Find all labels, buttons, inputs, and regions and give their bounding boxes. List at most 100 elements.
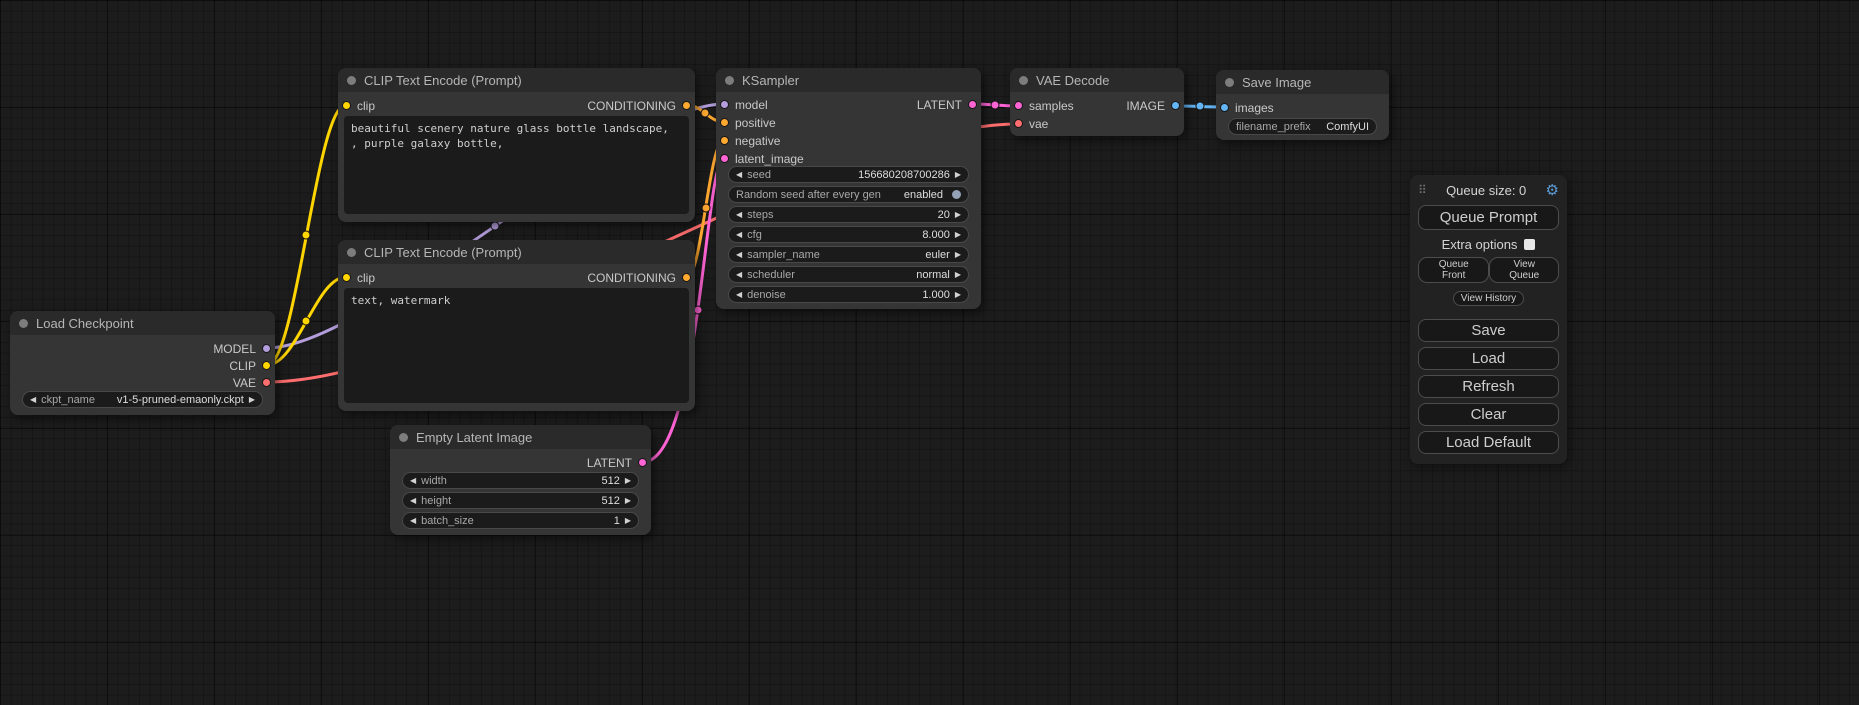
node-clip-text-encode-positive[interactable]: CLIP Text Encode (Prompt) clip CONDITION… [338, 68, 695, 222]
collapse-dot-icon[interactable] [347, 248, 356, 257]
node-title-bar[interactable]: KSampler [716, 68, 981, 92]
prompt-text-area[interactable]: text, watermark [344, 288, 689, 403]
node-vae-decode[interactable]: VAE Decode samples vae IMAGE [1010, 68, 1184, 136]
height-widget[interactable]: ◀ height 512 ▶ [402, 492, 639, 509]
node-title-bar[interactable]: Empty Latent Image [390, 425, 651, 449]
input-port-negative[interactable] [720, 136, 729, 145]
increment-arrow-icon[interactable]: ▶ [625, 477, 631, 485]
collapse-dot-icon[interactable] [725, 76, 734, 85]
collapse-dot-icon[interactable] [19, 319, 28, 328]
node-title-bar[interactable]: Load Checkpoint [10, 311, 275, 335]
node-title-bar[interactable]: CLIP Text Encode (Prompt) [338, 68, 695, 92]
node-title-bar[interactable]: CLIP Text Encode (Prompt) [338, 240, 695, 264]
load-button[interactable]: Load [1418, 347, 1559, 370]
input-slot-samples[interactable]: samples [1014, 97, 1074, 114]
increment-arrow-icon[interactable]: ▶ [955, 171, 961, 179]
queue-panel[interactable]: ⠿ Queue size: 0 ⚙ Queue Prompt Extra opt… [1410, 175, 1567, 464]
node-load-checkpoint[interactable]: Load Checkpoint MODEL CLIP VAE ◀ ckpt_na… [10, 311, 275, 415]
input-slot-images[interactable]: images [1220, 99, 1274, 116]
view-history-button[interactable]: View History [1453, 291, 1524, 306]
node-ksampler[interactable]: KSampler model positive negative latent_… [716, 68, 981, 309]
ckpt-name-widget[interactable]: ◀ ckpt_name v1-5-pruned-emaonly.ckpt ▶ [22, 391, 263, 408]
increment-arrow-icon[interactable]: ▶ [955, 211, 961, 219]
output-port-latent[interactable] [968, 100, 977, 109]
seed-widget[interactable]: ◀ seed 156680208700286 ▶ [728, 166, 969, 183]
input-slot-latent-image[interactable]: latent_image [720, 150, 804, 167]
input-slot-positive[interactable]: positive [720, 114, 776, 131]
batch-size-widget[interactable]: ◀ batch_size 1 ▶ [402, 512, 639, 529]
view-queue-button[interactable]: View Queue [1489, 257, 1559, 283]
output-slot-clip[interactable]: CLIP [229, 357, 271, 374]
decrement-arrow-icon[interactable]: ◀ [410, 497, 416, 505]
sampler-name-widget[interactable]: ◀ sampler_name euler ▶ [728, 246, 969, 263]
increment-arrow-icon[interactable]: ▶ [955, 291, 961, 299]
output-slot-model[interactable]: MODEL [213, 340, 271, 357]
output-port-image[interactable] [1171, 101, 1180, 110]
input-slot-negative[interactable]: negative [720, 132, 780, 149]
input-port-clip[interactable] [342, 101, 351, 110]
input-port-positive[interactable] [720, 118, 729, 127]
prev-value-arrow-icon[interactable]: ◀ [736, 251, 742, 259]
collapse-dot-icon[interactable] [347, 76, 356, 85]
drag-handle-icon[interactable]: ⠿ [1418, 183, 1427, 197]
scheduler-widget[interactable]: ◀ scheduler normal ▶ [728, 266, 969, 283]
decrement-arrow-icon[interactable]: ◀ [736, 291, 742, 299]
decrement-arrow-icon[interactable]: ◀ [410, 477, 416, 485]
output-slot-latent[interactable]: LATENT [587, 454, 647, 471]
denoise-widget[interactable]: ◀ denoise 1.000 ▶ [728, 286, 969, 303]
extra-options-checkbox[interactable] [1524, 239, 1535, 250]
width-widget[interactable]: ◀ width 512 ▶ [402, 472, 639, 489]
input-slot-vae[interactable]: vae [1014, 115, 1048, 132]
prompt-text-area[interactable]: beautiful scenery nature glass bottle la… [344, 116, 689, 214]
input-port-samples[interactable] [1014, 101, 1023, 110]
output-port-model[interactable] [262, 344, 271, 353]
input-slot-clip[interactable]: clip [342, 97, 375, 114]
decrement-arrow-icon[interactable]: ◀ [410, 517, 416, 525]
node-clip-text-encode-negative[interactable]: CLIP Text Encode (Prompt) clip CONDITION… [338, 240, 695, 411]
increment-arrow-icon[interactable]: ▶ [625, 497, 631, 505]
prev-value-arrow-icon[interactable]: ◀ [30, 396, 36, 404]
collapse-dot-icon[interactable] [1225, 78, 1234, 87]
node-save-image[interactable]: Save Image images filename_prefix ComfyU… [1216, 70, 1389, 140]
refresh-button[interactable]: Refresh [1418, 375, 1559, 398]
node-graph-canvas[interactable]: Load Checkpoint MODEL CLIP VAE ◀ ckpt_na… [0, 0, 1859, 705]
cfg-widget[interactable]: ◀ cfg 8.000 ▶ [728, 226, 969, 243]
decrement-arrow-icon[interactable]: ◀ [736, 171, 742, 179]
input-port-images[interactable] [1220, 103, 1229, 112]
prev-value-arrow-icon[interactable]: ◀ [736, 271, 742, 279]
output-slot-conditioning[interactable]: CONDITIONING [587, 269, 691, 286]
input-port-latent-image[interactable] [720, 154, 729, 163]
random-seed-toggle[interactable]: Random seed after every gen enabled [728, 186, 969, 203]
node-empty-latent-image[interactable]: Empty Latent Image LATENT ◀ width 512 ▶ … [390, 425, 651, 535]
steps-widget[interactable]: ◀ steps 20 ▶ [728, 206, 969, 223]
queue-prompt-button[interactable]: Queue Prompt [1418, 205, 1559, 230]
collapse-dot-icon[interactable] [399, 433, 408, 442]
settings-gear-icon[interactable]: ⚙ [1546, 181, 1559, 199]
input-port-model[interactable] [720, 100, 729, 109]
next-value-arrow-icon[interactable]: ▶ [955, 271, 961, 279]
input-port-vae[interactable] [1014, 119, 1023, 128]
output-slot-latent[interactable]: LATENT [917, 96, 977, 113]
increment-arrow-icon[interactable]: ▶ [955, 231, 961, 239]
collapse-dot-icon[interactable] [1019, 76, 1028, 85]
input-port-clip[interactable] [342, 273, 351, 282]
clear-button[interactable]: Clear [1418, 403, 1559, 426]
output-port-clip[interactable] [262, 361, 271, 370]
load-default-button[interactable]: Load Default [1418, 431, 1559, 454]
output-slot-conditioning[interactable]: CONDITIONING [587, 97, 691, 114]
save-button[interactable]: Save [1418, 319, 1559, 342]
input-slot-model[interactable]: model [720, 96, 768, 113]
filename-prefix-widget[interactable]: filename_prefix ComfyUI [1228, 118, 1377, 135]
queue-front-button[interactable]: Queue Front [1418, 257, 1489, 283]
output-slot-vae[interactable]: VAE [233, 374, 271, 391]
output-port-latent[interactable] [638, 458, 647, 467]
node-title-bar[interactable]: Save Image [1216, 70, 1389, 94]
output-port-conditioning[interactable] [682, 101, 691, 110]
next-value-arrow-icon[interactable]: ▶ [955, 251, 961, 259]
next-value-arrow-icon[interactable]: ▶ [249, 396, 255, 404]
output-port-vae[interactable] [262, 378, 271, 387]
output-slot-image[interactable]: IMAGE [1126, 97, 1180, 114]
toggle-indicator-icon[interactable] [952, 190, 961, 199]
node-title-bar[interactable]: VAE Decode [1010, 68, 1184, 92]
decrement-arrow-icon[interactable]: ◀ [736, 211, 742, 219]
